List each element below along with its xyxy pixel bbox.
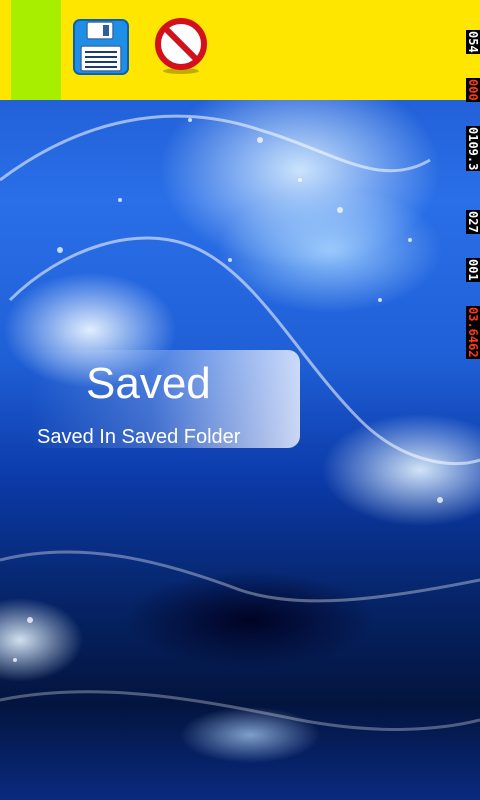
counter-value: 03.6462 (466, 306, 480, 359)
counter-value: 0109.3 (466, 126, 480, 172)
cancel-button[interactable] (152, 18, 210, 80)
floppy-disk-icon (73, 19, 129, 79)
color-swatch[interactable] (11, 0, 61, 100)
save-button[interactable] (72, 19, 130, 79)
counter-value: 027 (466, 210, 480, 234)
counter-value: 000 (466, 78, 480, 102)
counter-value: 001 (466, 258, 480, 282)
toast-message: Saved In Saved Folder (37, 426, 241, 448)
counter-value: 054 (466, 30, 480, 54)
prohibited-icon (154, 18, 208, 80)
top-toolbar (0, 0, 480, 100)
toast-title: Saved (86, 359, 211, 408)
debug-counters: 054 000 0109.3 027 001 03.6462 (466, 30, 480, 400)
